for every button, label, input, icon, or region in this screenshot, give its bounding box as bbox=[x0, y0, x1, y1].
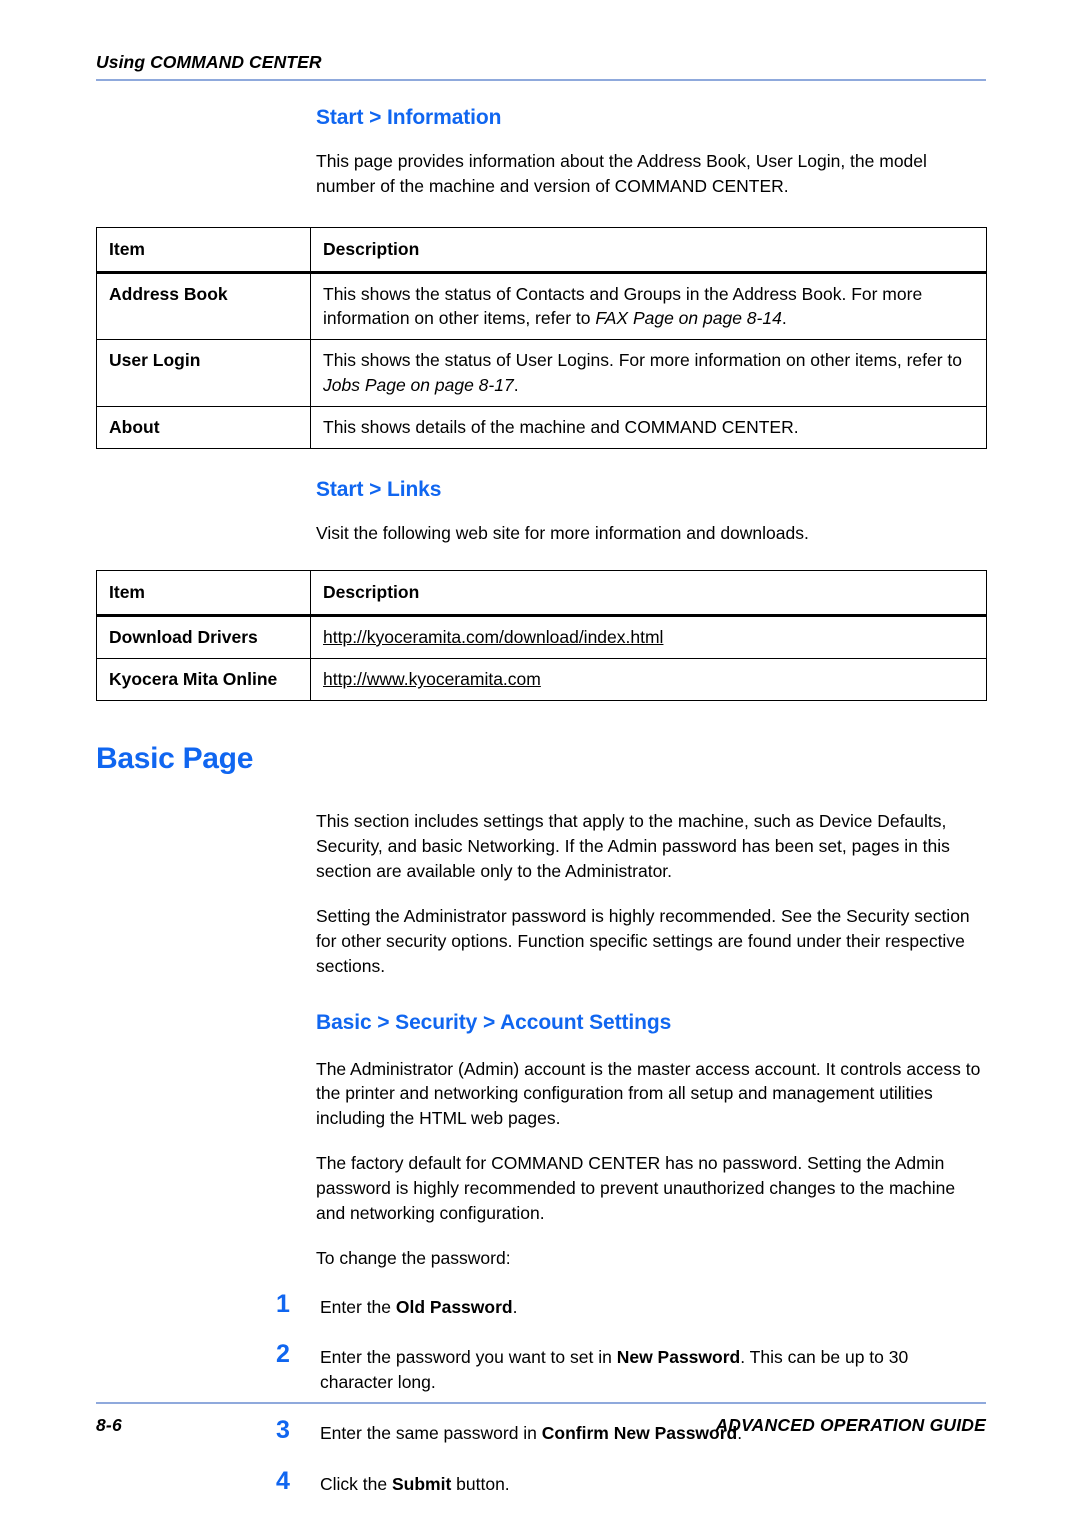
desc-text-post: . bbox=[513, 374, 519, 395]
running-header: Using COMMAND CENTER bbox=[96, 52, 986, 81]
cell-item: About bbox=[96, 405, 311, 449]
table-row: User Login This shows the status of User… bbox=[96, 339, 987, 407]
paragraph-basic-page-2: Setting the Administrator password is hi… bbox=[316, 905, 970, 976]
cell-item: Download Drivers bbox=[96, 615, 311, 660]
table-row: About This shows details of the machine … bbox=[96, 405, 987, 449]
desc-text-post: . bbox=[781, 308, 787, 329]
list-item: 4 Click the Submit button. bbox=[276, 1468, 986, 1497]
paragraph-start-information-intro: This page provides information about the… bbox=[316, 151, 927, 197]
document-page: Using COMMAND CENTER Start > Information… bbox=[0, 0, 1080, 1528]
link-download-drivers[interactable]: http://kyoceramita.com/download/index.ht… bbox=[323, 627, 663, 647]
step-text-pre: Enter the bbox=[320, 1296, 396, 1317]
step-number: 1 bbox=[276, 1289, 290, 1318]
step-number: 4 bbox=[276, 1466, 290, 1495]
paragraph-basic-page-1: This section includes settings that appl… bbox=[316, 811, 950, 881]
heading-start-links: Start > Links bbox=[316, 477, 442, 501]
column-header-description: Description bbox=[310, 226, 987, 275]
desc-text-pre: This shows details of the machine and CO… bbox=[323, 416, 799, 437]
table-row: Kyocera Mita Online http://www.kyocerami… bbox=[96, 658, 987, 702]
link-kyocera-mita-online[interactable]: http://www.kyoceramita.com bbox=[323, 669, 541, 689]
cell-description: This shows the status of User Logins. Fo… bbox=[310, 339, 987, 407]
paragraph-account-settings-1: The Administrator (Admin) account is the… bbox=[316, 1058, 981, 1129]
cell-description: http://kyoceramita.com/download/index.ht… bbox=[310, 615, 987, 660]
step-text-bold: Old Password bbox=[395, 1296, 513, 1317]
column-header-item: Item bbox=[96, 226, 311, 275]
step-number: 2 bbox=[276, 1340, 290, 1369]
footer-page-number: 8-6 bbox=[96, 1415, 122, 1435]
desc-text-pre: This shows the status of User Logins. Fo… bbox=[323, 350, 963, 371]
step-text: Click the Submit button. bbox=[320, 1468, 986, 1497]
table-row: Download Drivers http://kyoceramita.com/… bbox=[96, 615, 987, 660]
step-text-post: button. bbox=[451, 1473, 510, 1494]
page-content: Start > Information This page provides i… bbox=[96, 105, 987, 1497]
heading-basic-page: Basic Page bbox=[96, 742, 254, 776]
step-text: Enter the Old Password. bbox=[320, 1291, 986, 1320]
cell-item: User Login bbox=[96, 339, 311, 407]
table-header-row: Item Description bbox=[96, 226, 987, 275]
section-account-settings: Basic > Security > Account Settings The … bbox=[316, 1010, 986, 1270]
step-text-bold: New Password bbox=[616, 1347, 741, 1368]
heading-account-settings: Basic > Security > Account Settings bbox=[316, 1011, 672, 1035]
desc-text-italic: Jobs Page on page 8-17 bbox=[323, 374, 514, 395]
paragraph-start-links-intro: Visit the following web site for more in… bbox=[316, 523, 809, 544]
footer-guide-title: ADVANCED OPERATION GUIDE bbox=[715, 1415, 986, 1435]
paragraph-account-settings-2: The factory default for COMMAND CENTER h… bbox=[316, 1153, 956, 1223]
table-start-links: Item Description Download Drivers http:/… bbox=[96, 569, 987, 702]
step-text-pre: Click the bbox=[320, 1473, 392, 1494]
step-text-post: . bbox=[512, 1296, 518, 1317]
numbered-steps-list: 1 Enter the Old Password. 2 Enter the pa… bbox=[276, 1289, 986, 1497]
column-header-item: Item bbox=[96, 569, 311, 618]
page-footer: 8-6 ADVANCED OPERATION GUIDE bbox=[96, 1402, 986, 1436]
section-start-information: Start > Information This page provides i… bbox=[316, 105, 986, 199]
cell-item: Kyocera Mita Online bbox=[96, 658, 311, 702]
paragraph-account-settings-3: To change the password: bbox=[316, 1247, 511, 1268]
step-text-bold: Submit bbox=[391, 1473, 452, 1494]
heading-start-information: Start > Information bbox=[316, 106, 502, 129]
step-text: Enter the password you want to set in Ne… bbox=[320, 1341, 986, 1395]
cell-description: This shows details of the machine and CO… bbox=[310, 405, 987, 449]
step-text-pre: Enter the password you want to set in bbox=[320, 1347, 617, 1368]
table-row: Address Book This shows the status of Co… bbox=[96, 272, 987, 341]
column-header-description: Description bbox=[310, 569, 987, 618]
table-start-information: Item Description Address Book This shows… bbox=[96, 226, 987, 449]
cell-description: This shows the status of Contacts and Gr… bbox=[310, 272, 987, 341]
footer-row: 8-6 ADVANCED OPERATION GUIDE bbox=[96, 1415, 986, 1436]
header-rule bbox=[96, 79, 986, 81]
table-header-row: Item Description bbox=[96, 569, 987, 618]
section-basic-page-body: This section includes settings that appl… bbox=[316, 809, 986, 978]
cell-description: http://www.kyoceramita.com bbox=[310, 658, 987, 702]
footer-rule bbox=[96, 1402, 986, 1404]
section-start-links: Start > Links Visit the following web si… bbox=[316, 477, 986, 546]
cell-item: Address Book bbox=[96, 272, 311, 341]
list-item: 1 Enter the Old Password. bbox=[276, 1289, 986, 1320]
list-item: 2 Enter the password you want to set in … bbox=[276, 1341, 986, 1395]
running-header-title: Using COMMAND CENTER bbox=[96, 52, 322, 72]
desc-text-italic: FAX Page on page 8-14 bbox=[595, 308, 782, 329]
